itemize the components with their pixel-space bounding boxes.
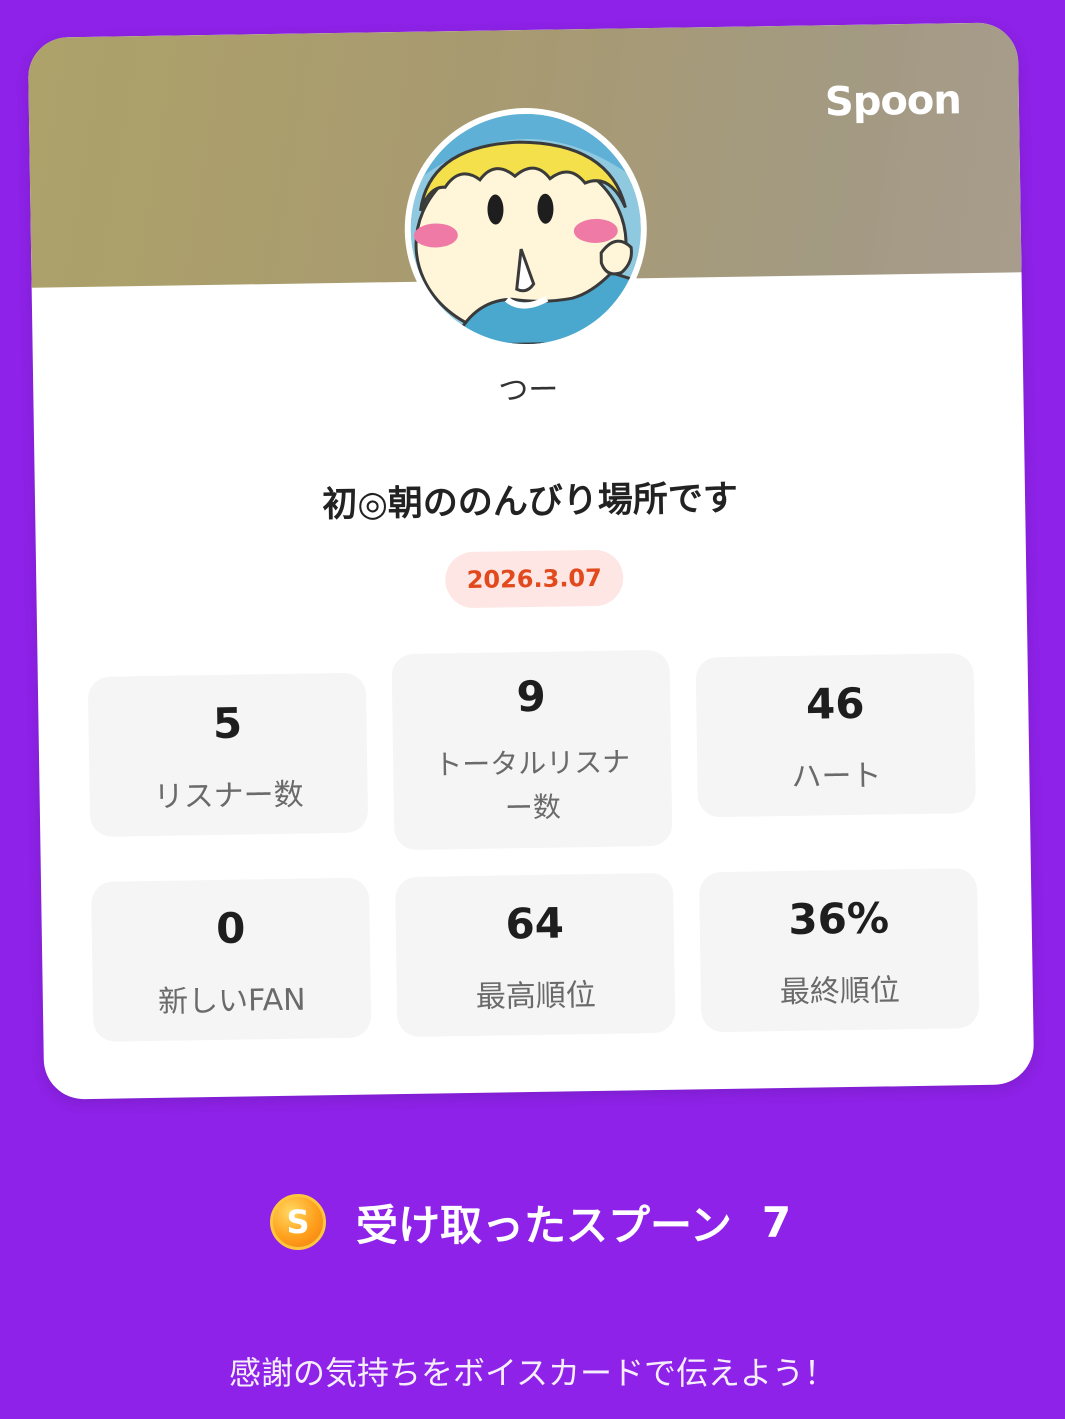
stat-listeners: 5 リスナー数 bbox=[87, 672, 369, 837]
stat-label: 最終順位 bbox=[779, 973, 901, 1011]
date-badge: 2026.3.07 bbox=[444, 549, 624, 609]
avatar[interactable] bbox=[402, 106, 649, 352]
username: つー bbox=[498, 372, 559, 409]
spoons-count: 7 bbox=[761, 1197, 792, 1247]
stat-hearts: 46 ハート bbox=[695, 653, 977, 818]
stat-value: 9 bbox=[516, 671, 547, 722]
stat-value: 5 bbox=[212, 698, 243, 749]
stat-final-rank: 36% 最終順位 bbox=[698, 868, 980, 1033]
stat-label: ハート bbox=[791, 758, 882, 795]
stat-label: 最高順位 bbox=[475, 978, 597, 1015]
stat-highest-rank: 64 最高順位 bbox=[394, 872, 676, 1038]
spoon-logo: Spoon bbox=[824, 77, 962, 126]
stats-grid: 5 リスナー数 9 トータルリスナー数 46 ハート 0 新しいFAN 64 最… bbox=[87, 649, 980, 1042]
stat-new-fans: 0 新しいFAN bbox=[90, 877, 372, 1042]
stat-value: 0 bbox=[215, 903, 246, 953]
voice-card-prompt[interactable]: 感謝の気持ちをボイスカードで伝えよう！ bbox=[0, 1348, 1065, 1394]
received-spoons: S 受け取ったスプーン 7 bbox=[270, 1192, 791, 1252]
stat-label: リスナー数 bbox=[153, 777, 304, 815]
stat-value: 46 bbox=[805, 678, 865, 729]
stat-total-listeners: 9 トータルリスナー数 bbox=[391, 649, 673, 851]
spoons-label: 受け取ったスプーン bbox=[356, 1200, 732, 1250]
stat-value: 64 bbox=[505, 898, 565, 949]
stat-label: 新しいFAN bbox=[157, 982, 306, 1020]
stat-value: 36% bbox=[788, 893, 890, 944]
broadcast-title: 初◎朝ののんびり場所です bbox=[322, 478, 739, 526]
stats-card: Spoon つー 初◎朝ののんびり場所です 2026.3.07 5 リスナー数 … bbox=[27, 22, 1035, 1100]
avatar-illustration bbox=[408, 112, 643, 346]
spoon-coin-icon: S bbox=[270, 1194, 326, 1250]
stat-label: トータルリスナー数 bbox=[433, 745, 631, 825]
